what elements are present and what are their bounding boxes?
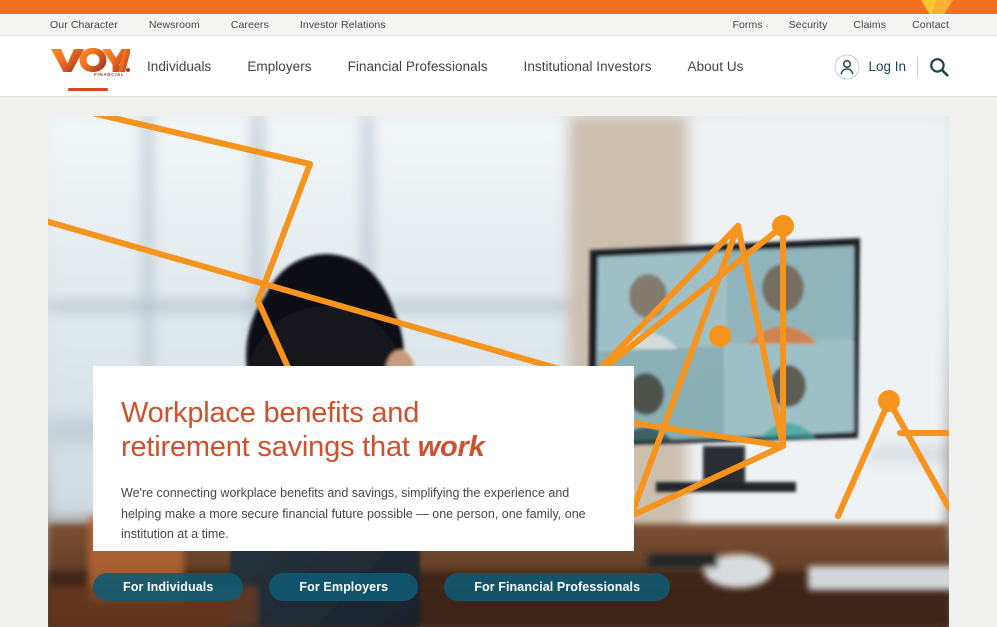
top-accent-bar bbox=[0, 0, 997, 14]
hero-banner: Workplace benefits and retirement saving… bbox=[48, 116, 949, 627]
hero-cta-row: For Individuals For Employers For Financ… bbox=[93, 573, 671, 601]
main-header: FINANCIAL Individuals Employers Financia… bbox=[0, 36, 997, 97]
voya-logo-icon: FINANCIAL bbox=[51, 48, 130, 77]
search-icon bbox=[930, 57, 949, 77]
nav-item-financial-professionals[interactable]: Financial Professionals bbox=[348, 59, 488, 74]
voya-logo[interactable]: FINANCIAL bbox=[50, 47, 130, 91]
utility-link-newsroom[interactable]: Newsroom bbox=[149, 19, 200, 31]
search-button[interactable] bbox=[929, 57, 949, 77]
hero-title-emphasis: work bbox=[417, 431, 485, 463]
login-label: Log In bbox=[868, 59, 906, 74]
utility-link-security[interactable]: Security bbox=[789, 19, 828, 31]
utility-link-investor-relations[interactable]: Investor Relations bbox=[300, 19, 386, 31]
gold-chevron-icon bbox=[921, 0, 953, 14]
nav-item-about-us[interactable]: About Us bbox=[688, 59, 744, 74]
login-button[interactable]: Log In bbox=[834, 54, 906, 80]
utility-nav-left: Our Character Newsroom Careers Investor … bbox=[50, 14, 386, 36]
primary-navigation: Individuals Employers Financial Professi… bbox=[147, 36, 779, 97]
utility-link-contact[interactable]: Contact bbox=[912, 19, 949, 31]
utility-link-forms[interactable]: Forms bbox=[732, 19, 762, 31]
user-circle-icon bbox=[834, 54, 860, 79]
nav-item-employers[interactable]: Employers bbox=[247, 59, 311, 74]
cta-for-employers[interactable]: For Employers bbox=[269, 573, 419, 601]
hero-title: Workplace benefits and retirement saving… bbox=[121, 396, 600, 464]
hero-title-line2-text: retirement savings that bbox=[121, 431, 418, 463]
utility-link-claims[interactable]: Claims bbox=[853, 19, 886, 31]
hero-copy-card: Workplace benefits and retirement saving… bbox=[93, 366, 634, 551]
header-actions: Log In bbox=[834, 36, 949, 97]
hero-body-text: We're connecting workplace benefits and … bbox=[121, 486, 586, 541]
hero-title-line2: retirement savings that work bbox=[121, 430, 600, 464]
utility-nav-right: Forms Security Claims Contact bbox=[732, 14, 949, 36]
logo-active-underline bbox=[68, 88, 108, 91]
svg-text:FINANCIAL: FINANCIAL bbox=[94, 72, 125, 77]
utility-nav-bar: Our Character Newsroom Careers Investor … bbox=[0, 14, 997, 36]
nav-item-individuals[interactable]: Individuals bbox=[147, 59, 211, 74]
utility-link-careers[interactable]: Careers bbox=[231, 19, 269, 31]
utility-link-our-character[interactable]: Our Character bbox=[50, 19, 118, 31]
cta-for-financial-professionals[interactable]: For Financial Professionals bbox=[444, 573, 671, 601]
header-divider bbox=[917, 56, 918, 77]
cta-for-individuals[interactable]: For Individuals bbox=[93, 573, 244, 601]
nav-item-institutional-investors[interactable]: Institutional Investors bbox=[524, 59, 652, 74]
hero-title-line1: Workplace benefits and bbox=[121, 397, 420, 429]
